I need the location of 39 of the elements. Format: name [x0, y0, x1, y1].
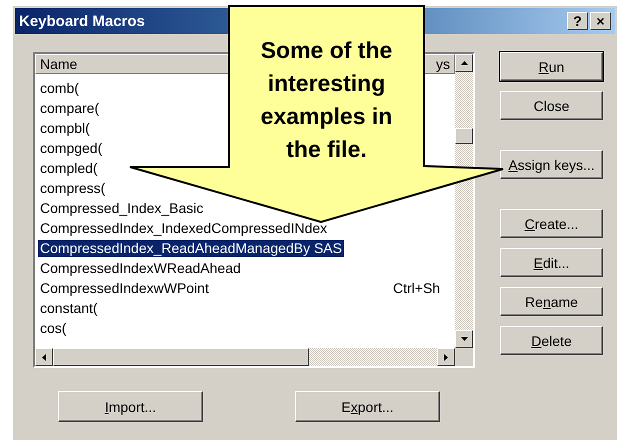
scrollbar-corner [455, 348, 473, 366]
help-button[interactable]: ? [567, 12, 588, 30]
macro-name[interactable]: CompressedIndexWReadAhead [38, 260, 243, 276]
dialog-button[interactable]: Close [500, 91, 603, 120]
macro-name[interactable]: compged( [38, 140, 104, 156]
up-arrow-icon [460, 61, 468, 65]
macro-name[interactable]: constant( [38, 300, 100, 316]
dialog-button[interactable]: Assign keys... [500, 150, 603, 179]
macro-name[interactable]: compbl( [38, 120, 92, 136]
left-arrow-icon [42, 354, 46, 360]
scroll-thumb[interactable] [53, 348, 309, 366]
down-arrow-icon [460, 337, 468, 341]
macro-name[interactable]: cos( [38, 320, 68, 336]
dialog-button[interactable]: Edit... [500, 248, 603, 277]
macro-name[interactable]: CompressedIndexwWPoint [38, 280, 211, 296]
close-button[interactable]: × [590, 12, 611, 30]
horizontal-scrollbar[interactable] [35, 348, 473, 366]
macro-name[interactable]: comb( [38, 80, 81, 96]
scroll-up-button[interactable] [455, 54, 473, 72]
right-arrow-icon [444, 354, 448, 360]
macro-name[interactable]: CompressedIndex_ReadAheadManagedBy SAS [38, 240, 344, 256]
dialog-button[interactable]: Run [500, 52, 603, 81]
window-title: Keyboard Macros [19, 12, 145, 30]
dialog-button[interactable]: Export... [295, 391, 440, 422]
macro-name[interactable]: CompressedIndex_IndexedCompressedINdex [38, 220, 330, 236]
dialog-button[interactable]: Rename [500, 287, 603, 316]
scroll-down-button[interactable] [455, 330, 473, 348]
macro-name[interactable]: compare( [38, 100, 102, 116]
dialog-button[interactable]: Delete [500, 326, 603, 355]
vertical-scrollbar[interactable] [455, 54, 473, 348]
scroll-right-button[interactable] [437, 348, 455, 366]
dialog-button[interactable]: Create... [500, 209, 603, 238]
macro-name[interactable]: compled( [38, 160, 100, 176]
macro-name[interactable]: Compressed_Index_Basic [38, 200, 206, 216]
macro-name[interactable]: compress( [38, 180, 108, 196]
scroll-thumb[interactable] [455, 128, 473, 144]
dialog-button[interactable]: Import... [58, 391, 203, 422]
scroll-left-button[interactable] [35, 348, 53, 366]
shortcut-text: Ctrl+Sh [393, 280, 440, 296]
